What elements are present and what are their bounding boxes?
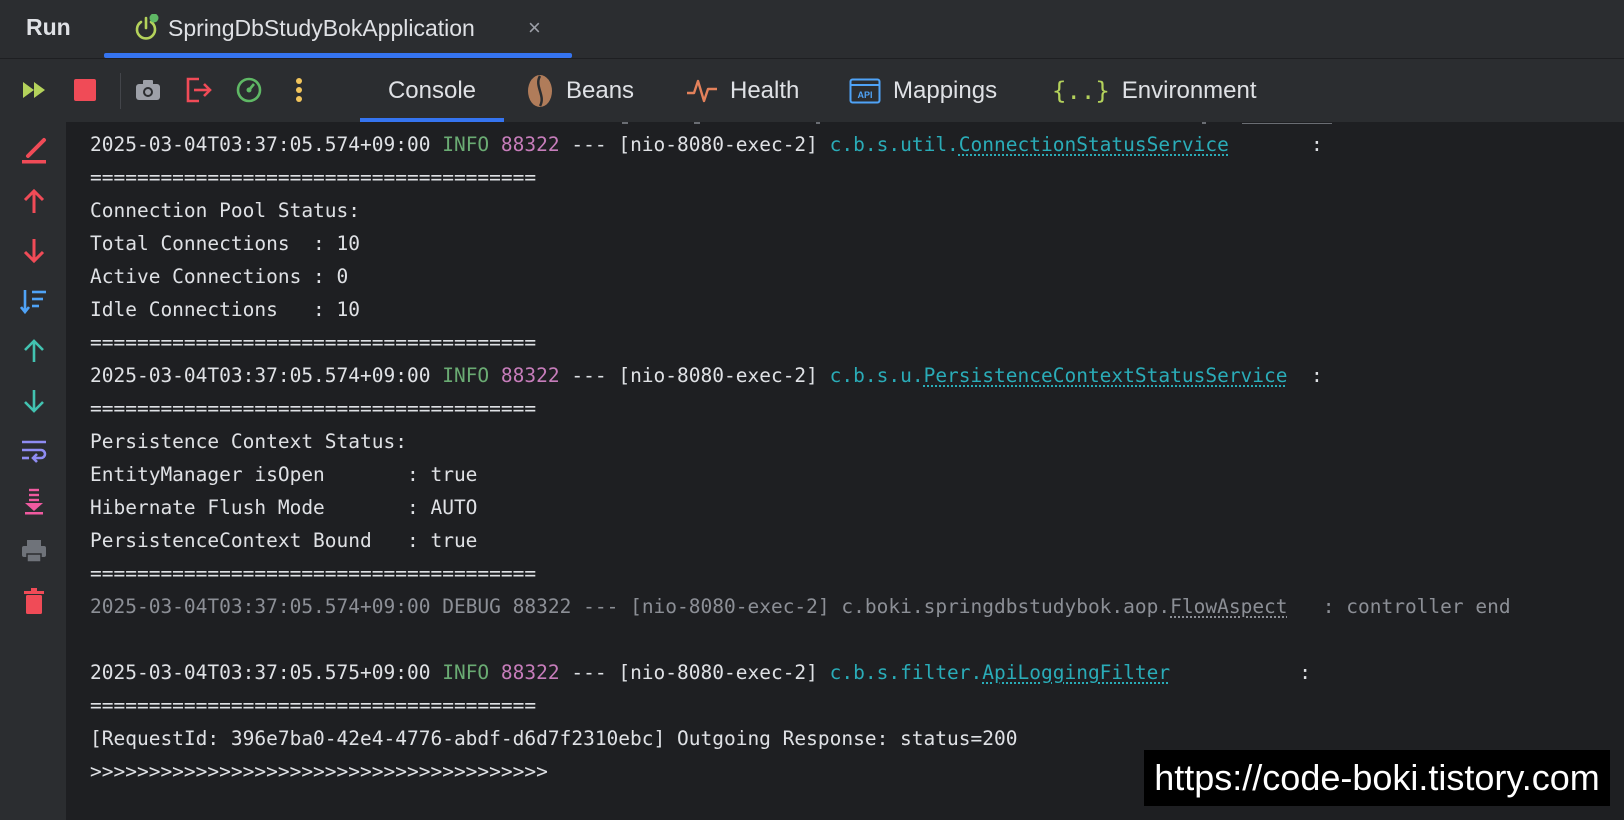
log-message: : bbox=[1228, 133, 1323, 156]
soft-wrap-icon[interactable] bbox=[17, 434, 51, 468]
logger-package: c.b.s.util. bbox=[829, 133, 959, 156]
console-text-line: ====================================== bbox=[90, 331, 537, 354]
log-logger: c.b.s.filter.ApiLoggingFilter bbox=[830, 661, 1170, 684]
log-timestamp: 2025-03-04T03:37:05.574+09:00 bbox=[90, 364, 431, 387]
log-message: : controller end bbox=[1287, 595, 1511, 618]
exit-icon[interactable] bbox=[182, 73, 216, 107]
console-text-line: Connection Pool Status: bbox=[90, 199, 361, 222]
logger-class-link[interactable]: ApiLoggingFilter bbox=[982, 661, 1170, 684]
console-log-line: 2025-03-04T03:37:05.574+09:00 DEBUG 8832… bbox=[90, 590, 1511, 624]
log-separator: --- bbox=[559, 364, 619, 387]
console-text-line: Persistence Context Status: bbox=[90, 430, 407, 453]
scroll-up-red-icon[interactable] bbox=[17, 184, 51, 218]
log-message: : bbox=[1287, 364, 1323, 387]
logger-package: c.b.s.u. bbox=[829, 364, 924, 387]
log-thread: [nio-8080-exec-2] bbox=[618, 133, 830, 156]
log-level: INFO bbox=[430, 661, 490, 684]
console-text-line: ====================================== bbox=[90, 562, 537, 585]
logger-package: c.b.s.filter. bbox=[829, 661, 983, 684]
run-title: Run bbox=[26, 14, 71, 40]
tab-health[interactable]: Health bbox=[686, 59, 799, 122]
active-tab-indicator bbox=[104, 53, 572, 58]
run-toolbar: Console Beans Health API Mappings {..} E… bbox=[0, 59, 1624, 122]
scroll-down-red-icon[interactable] bbox=[17, 234, 51, 268]
watermark: https://code-boki.tistory.com bbox=[1144, 750, 1610, 806]
toolbar-separator bbox=[120, 73, 121, 109]
log-pid: 88322 bbox=[512, 595, 572, 618]
log-separator: --- bbox=[559, 133, 619, 156]
tab-environment[interactable]: {..} Environment bbox=[1052, 59, 1257, 122]
log-timestamp: 2025-03-04T03:37:05.575+09:00 bbox=[90, 661, 431, 684]
rerun-icon[interactable] bbox=[18, 73, 52, 107]
console-text-line: ====================================== bbox=[90, 166, 537, 189]
tab-label: Console bbox=[387, 76, 477, 104]
log-logger: c.b.s.util.ConnectionStatusService bbox=[830, 133, 1229, 156]
trash-icon[interactable] bbox=[17, 584, 51, 618]
log-logger: c.b.s.u.PersistenceContextStatusService bbox=[830, 364, 1288, 387]
log-pid: 88322 bbox=[500, 364, 560, 387]
tab-mappings[interactable]: API Mappings bbox=[849, 59, 997, 122]
logger-package: c.boki.springdbstudybok.aop. bbox=[841, 595, 1171, 618]
logger-class-link[interactable]: PersistenceContextStatusService bbox=[924, 364, 1288, 387]
log-level: INFO bbox=[430, 133, 490, 156]
console-output[interactable]: 2025-03-04T03:37:05.574+09:00 INFO 88322… bbox=[66, 122, 1624, 820]
console-text-line: EntityManager isOpen : true bbox=[90, 463, 478, 486]
tab-label: Beans bbox=[566, 76, 635, 104]
log-timestamp: 2025-03-04T03:37:05.574+09:00 bbox=[90, 133, 431, 156]
log-thread: [nio-8080-exec-2] bbox=[618, 364, 830, 387]
braces-icon: {..} bbox=[1052, 76, 1110, 105]
console-log-line: 2025-03-04T03:37:05.574+09:00 INFO 88322… bbox=[90, 359, 1323, 393]
clipped-previous-line bbox=[622, 122, 1332, 124]
tab-label: Mappings bbox=[893, 76, 998, 104]
down-arrow-icon[interactable] bbox=[17, 384, 51, 418]
scroll-to-end-icon[interactable] bbox=[17, 484, 51, 518]
log-separator: --- bbox=[559, 661, 619, 684]
log-thread: --- [nio-8080-exec-2] bbox=[571, 595, 842, 618]
tab-label: Health bbox=[730, 76, 800, 104]
pulse-icon bbox=[686, 77, 718, 105]
log-pid: 88322 bbox=[500, 133, 560, 156]
console-text-line: ====================================== bbox=[90, 397, 537, 420]
profiler-icon[interactable] bbox=[232, 73, 266, 107]
svg-text:API: API bbox=[857, 90, 872, 100]
log-level: DEBUG bbox=[430, 595, 501, 618]
log-message: : bbox=[1170, 661, 1312, 684]
console-text-line: Hibernate Flush Mode : AUTO bbox=[90, 496, 478, 519]
console-text-line: Active Connections : 0 bbox=[90, 265, 349, 288]
logger-class-link[interactable]: FlowAspect bbox=[1170, 595, 1287, 618]
run-toolwindow-header: Run SpringDbStudyBokApplication × bbox=[0, 0, 1624, 59]
console-text-line: [RequestId: 396e7ba0-42e4-4776-abdf-d6d7… bbox=[90, 727, 1018, 750]
console-text-line: >>>>>>>>>>>>>>>>>>>>>>>>>>>>>>>>>>>>>>> bbox=[90, 760, 548, 783]
tab-beans[interactable]: Beans bbox=[526, 59, 634, 122]
stop-icon[interactable] bbox=[68, 73, 102, 107]
console-log-line: 2025-03-04T03:37:05.574+09:00 INFO 88322… bbox=[90, 128, 1323, 162]
tab-console[interactable]: Console bbox=[360, 59, 504, 122]
sort-icon[interactable] bbox=[17, 284, 51, 318]
run-config-label: SpringDbStudyBokApplication bbox=[168, 15, 475, 41]
camera-icon[interactable] bbox=[131, 73, 165, 107]
run-config-tab[interactable]: SpringDbStudyBokApplication × bbox=[104, 0, 572, 58]
print-icon[interactable] bbox=[17, 534, 51, 568]
log-thread: [nio-8080-exec-2] bbox=[618, 661, 830, 684]
tab-label: Environment bbox=[1121, 76, 1257, 104]
console-text-line: Idle Connections : 10 bbox=[90, 298, 361, 321]
close-icon[interactable]: × bbox=[528, 15, 541, 41]
log-pid: 88322 bbox=[500, 661, 560, 684]
console-side-toolbar bbox=[0, 122, 66, 820]
power-icon bbox=[135, 14, 159, 40]
bean-icon bbox=[526, 74, 554, 108]
up-arrow-icon[interactable] bbox=[17, 334, 51, 368]
clear-icon[interactable] bbox=[17, 134, 51, 168]
more-icon[interactable] bbox=[282, 73, 316, 107]
debug-log-line-content: 2025-03-04T03:37:05.574+09:00 DEBUG 8832… bbox=[90, 595, 1511, 618]
console-text-line: PersistenceContext Bound : true bbox=[90, 529, 478, 552]
console-text-line: ====================================== bbox=[90, 694, 537, 717]
logger-class-link[interactable]: ConnectionStatusService bbox=[959, 133, 1229, 156]
console-text-line: Total Connections : 10 bbox=[90, 232, 361, 255]
console-log-line: 2025-03-04T03:37:05.575+09:00 INFO 88322… bbox=[90, 656, 1311, 690]
api-icon: API bbox=[849, 78, 881, 104]
log-timestamp: 2025-03-04T03:37:05.574+09:00 bbox=[90, 595, 431, 618]
log-level: INFO bbox=[430, 364, 490, 387]
